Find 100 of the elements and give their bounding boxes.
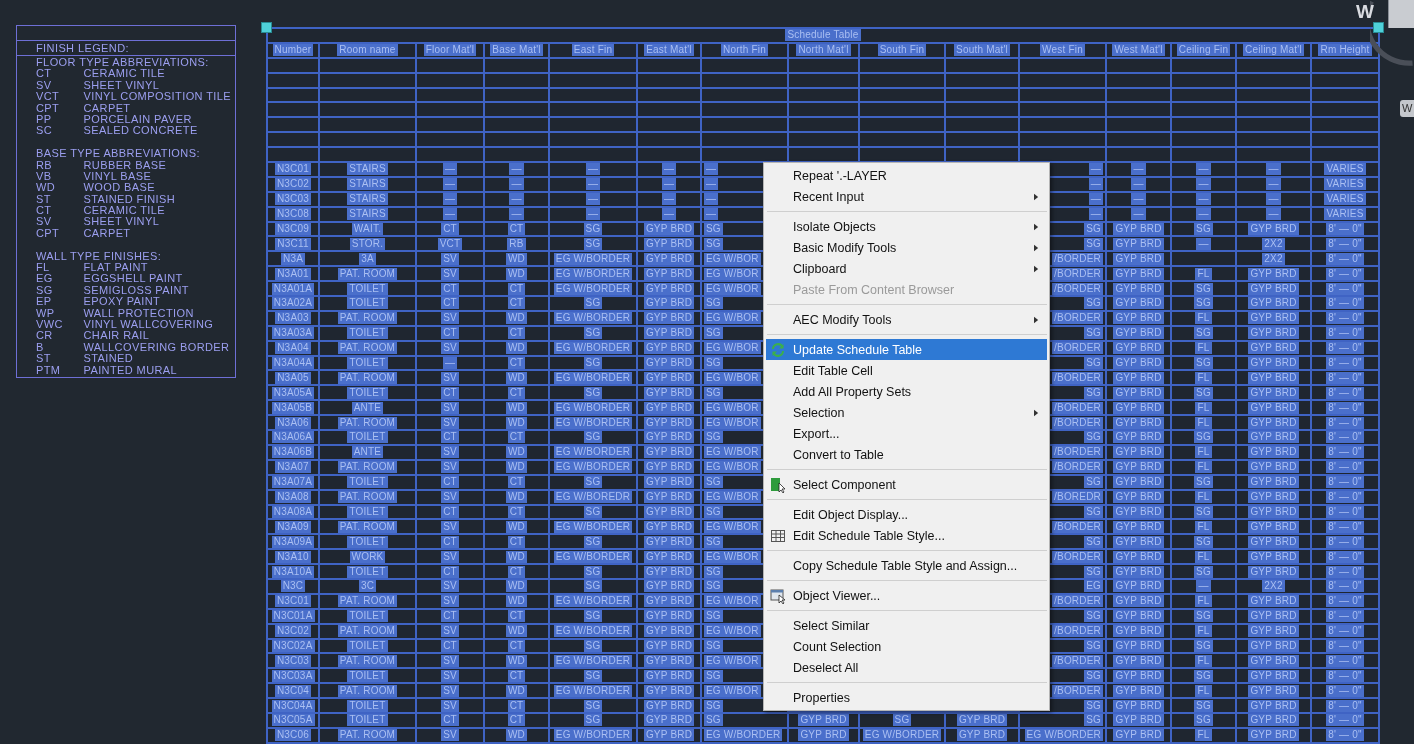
legend-heading: WALL TYPE FINISHES:: [36, 250, 163, 263]
table-cell: N3C11: [268, 237, 318, 251]
column-header: South Mat'l: [946, 43, 1018, 57]
table-cell: GYP BRD: [1107, 341, 1170, 355]
table-cell: SG: [702, 713, 787, 727]
table-cell: SG: [1172, 713, 1235, 727]
table-cell: CT: [417, 535, 483, 549]
table-cell: GYP BRD: [1107, 460, 1170, 474]
table-cell: STAIRS: [320, 177, 415, 191]
table-cell: TOILET: [320, 713, 415, 727]
legend-code: WD: [36, 182, 57, 194]
legend-heading: BASE TYPE ABBREVIATIONS:: [36, 148, 201, 160]
legend-description: PORCELAIN PAVER: [83, 112, 192, 125]
table-cell: GYP BRD: [1107, 267, 1170, 281]
table-cell: 8' — 0": [1312, 550, 1378, 564]
table-cell: PAT. ROOM: [320, 490, 415, 504]
table-cell: WD: [485, 416, 548, 430]
table-cell: PAT. ROOM: [320, 416, 415, 430]
legend-description: FLAT PAINT: [83, 261, 148, 274]
table-cell: —: [417, 163, 483, 176]
table-cell: CT: [417, 326, 483, 340]
table-cell: N3C08: [268, 207, 318, 221]
table-cell: 8' — 0": [1312, 237, 1378, 251]
table-cell: PAT. ROOM: [320, 654, 415, 668]
table-cell: GYP BRD: [1107, 713, 1170, 727]
table-cell: EG W/BORDER: [702, 728, 787, 742]
table-cell: GYP BRD: [1237, 326, 1310, 340]
legend-description: CERAMIC TILE: [83, 67, 166, 80]
table-cell: GYP BRD: [1237, 609, 1310, 623]
table-cell: FL: [1172, 311, 1235, 325]
table-cell: N3C03: [268, 192, 318, 206]
table-cell: SG: [550, 326, 636, 340]
table-cell: GYP BRD: [1107, 594, 1170, 608]
table-cell: GYP BRD: [638, 371, 700, 385]
table-cell: —: [485, 177, 548, 191]
table-cell: SV: [417, 520, 483, 534]
table-cell: SG: [1172, 297, 1235, 310]
table-cell: SV: [417, 579, 483, 593]
table-cell: SG: [1172, 282, 1235, 296]
table-cell: CT: [417, 713, 483, 727]
column-header: West Mat'l: [1107, 43, 1170, 57]
table-cell: —: [1172, 237, 1235, 251]
table-cell: —: [485, 163, 548, 176]
table-cell: GYP BRD: [1107, 728, 1170, 742]
table-cell: 8' — 0": [1312, 356, 1378, 370]
table-cell: GYP BRD: [1237, 684, 1310, 698]
table-cell: N3A05A: [268, 386, 318, 400]
table-cell: SV: [417, 311, 483, 325]
table-cell: GYP BRD: [1107, 431, 1170, 444]
legend-description: WOOD BASE: [83, 181, 155, 194]
table-cell: N3A10A: [268, 565, 318, 578]
table-cell: SG: [1172, 505, 1235, 519]
table-cell: PAT. ROOM: [320, 520, 415, 534]
table-cell: GYP BRD: [638, 505, 700, 519]
legend-description: EGGSHELL PAINT: [83, 272, 183, 285]
table-cell: TOILET: [320, 297, 415, 310]
table-cell: GYP BRD: [638, 386, 700, 400]
table-cell: 8' — 0": [1312, 386, 1378, 400]
table-cell: GYP BRD: [1107, 252, 1170, 266]
column-header: Ceiling Fin: [1172, 43, 1235, 57]
table-cell: GYP BRD: [1237, 505, 1310, 519]
legend-description: SEMIGLOSS PAINT: [83, 283, 189, 296]
legend-code: CR: [36, 330, 54, 342]
legend-description: SEALED CONCRETE: [83, 124, 198, 137]
table-cell: GYP BRD: [638, 401, 700, 415]
table-cell: N3A04A: [268, 356, 318, 370]
table-cell: N3A06: [268, 416, 318, 430]
table-cell: 8' — 0": [1312, 311, 1378, 325]
table-cell: TOILET: [320, 565, 415, 578]
table-cell: FL: [1172, 594, 1235, 608]
table-cell: EG W/BORDER: [1020, 728, 1105, 742]
table-cell: SG: [550, 356, 636, 370]
table-cell: —: [1172, 207, 1235, 221]
table-cell: GYP BRD: [1107, 326, 1170, 340]
table-cell: N3C04A: [268, 699, 318, 712]
table-cell: GYP BRD: [638, 669, 700, 683]
table-cell: GYP BRD: [1107, 401, 1170, 415]
navigation-button[interactable]: W: [1400, 100, 1414, 117]
compass-label[interactable]: W: [1356, 1, 1374, 23]
legend-description: CHAIR RAIL: [83, 329, 150, 342]
legend-code: ST: [36, 353, 52, 365]
legend-code: RB: [36, 159, 54, 171]
table-cell: SG: [1172, 386, 1235, 400]
table-cell: GYP BRD: [789, 728, 858, 742]
table-cell: —: [1237, 207, 1310, 221]
table-cell: N3A07A: [268, 475, 318, 489]
table-cell: —: [550, 163, 636, 176]
table-cell: GYP BRD: [1107, 490, 1170, 504]
table-cell: GYP BRD: [1107, 237, 1170, 251]
table-cell: 8' — 0": [1312, 267, 1378, 281]
table-cell: 8' — 0": [1312, 579, 1378, 593]
table-cell: 8' — 0": [1312, 639, 1378, 653]
table-cell: SV: [417, 669, 483, 683]
table-cell: FL: [1172, 445, 1235, 459]
table-cell: —: [1237, 163, 1310, 176]
table-cell: —: [550, 207, 636, 221]
table-cell: VARIES: [1312, 177, 1378, 191]
table-cell: 8' — 0": [1312, 326, 1378, 340]
table-cell: TOILET: [320, 505, 415, 519]
menu-item[interactable]: Update Schedule Table: [766, 339, 1047, 360]
